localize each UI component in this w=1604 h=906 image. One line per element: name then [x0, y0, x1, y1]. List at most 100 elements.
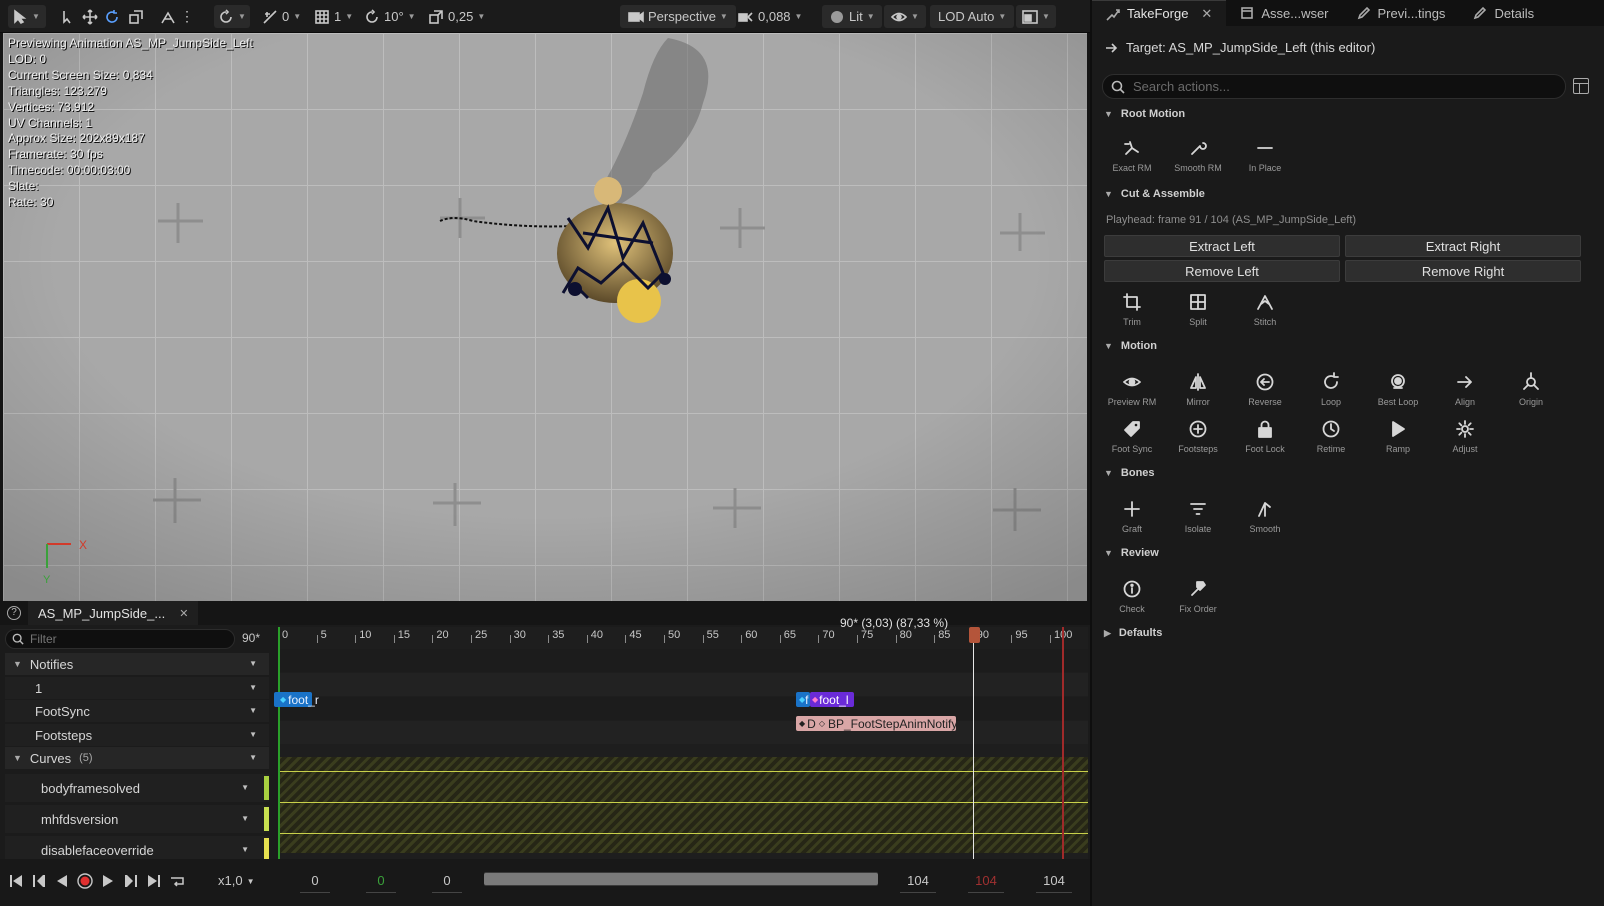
range-end-marker[interactable]: [1062, 627, 1064, 859]
playback-speed-dropdown[interactable]: x1,0 ▼: [218, 873, 255, 888]
action-trim[interactable]: Trim: [1099, 292, 1165, 336]
notify-foot-r[interactable]: ◆ foot_r: [274, 692, 319, 707]
coordinate-space-dropdown[interactable]: ▼: [214, 5, 250, 28]
tab-animation-asset[interactable]: AS_MP_JumpSide_... ✕: [28, 601, 199, 625]
lod-dropdown[interactable]: LOD Auto ▼: [930, 5, 1015, 28]
action-smooth[interactable]: Smooth: [1232, 499, 1298, 543]
3d-viewport[interactable]: X Y Previewing Animation AS_MP_JumpSide_…: [3, 33, 1087, 601]
close-icon[interactable]: ✕: [179, 607, 188, 620]
perspective-dropdown[interactable]: Perspective ▼: [620, 5, 736, 28]
lane-footsteps[interactable]: [278, 697, 1088, 720]
step-forward-icon[interactable]: [123, 873, 139, 892]
curve-lanes[interactable]: [278, 757, 1088, 853]
rotate-tool[interactable]: [100, 5, 124, 28]
search-input[interactable]: [1133, 79, 1533, 94]
action-align[interactable]: Align: [1432, 372, 1498, 416]
action-best-loop[interactable]: Best Loop: [1365, 372, 1431, 416]
track-notify-1[interactable]: 1 ▼: [5, 677, 269, 699]
range-start-field[interactable]: 0: [300, 873, 330, 893]
notify-foot-l-marker[interactable]: ◆ f: [796, 692, 810, 707]
working-end-field[interactable]: 104: [900, 873, 936, 893]
select-tool[interactable]: [56, 5, 80, 28]
tab-asset-browser[interactable]: Asse...wser: [1226, 0, 1342, 26]
scale-tool[interactable]: [124, 5, 148, 28]
action-mirror[interactable]: Mirror: [1165, 372, 1231, 416]
tab-details[interactable]: Details: [1459, 0, 1548, 26]
remove-right-button[interactable]: Remove Right: [1345, 260, 1581, 282]
action-reverse[interactable]: Reverse: [1232, 372, 1298, 416]
remove-left-button[interactable]: Remove Left: [1104, 260, 1340, 282]
track-options-icon[interactable]: ▼: [241, 845, 249, 854]
track-curve-mhfdsversion[interactable]: mhfdsversion ▼: [5, 805, 269, 833]
close-icon[interactable]: ✕: [1201, 6, 1212, 22]
track-options-icon[interactable]: ▼: [249, 730, 257, 739]
filter-input[interactable]: [30, 632, 210, 646]
range-end-field[interactable]: 104: [1036, 873, 1072, 893]
timeline-scrollbar[interactable]: [484, 872, 878, 886]
section-defaults[interactable]: ▶ Defaults: [1104, 627, 1162, 639]
scrollbar-thumb[interactable]: [484, 873, 878, 885]
track-options-icon[interactable]: ▼: [249, 753, 257, 762]
section-motion[interactable]: ▼ Motion: [1104, 340, 1157, 352]
section-review[interactable]: ▼ Review: [1104, 547, 1159, 559]
playhead-handle[interactable]: [968, 627, 980, 643]
rotation-snap-toggle[interactable]: 10° ▼: [360, 5, 420, 28]
select-mode-dropdown[interactable]: ▼: [8, 5, 46, 28]
search-actions-field[interactable]: [1102, 74, 1566, 99]
playhead-line[interactable]: [972, 627, 974, 859]
tab-preview-settings[interactable]: Previ...tings: [1343, 0, 1460, 26]
track-options-icon[interactable]: ▼: [249, 683, 257, 692]
action-ramp[interactable]: Ramp: [1365, 419, 1431, 463]
skip-to-start-icon[interactable]: [8, 873, 24, 892]
view-start-field[interactable]: 0: [366, 873, 396, 893]
action-foot-lock[interactable]: Foot Lock: [1232, 419, 1298, 463]
action-preview-rm[interactable]: Preview RM: [1099, 372, 1165, 416]
extract-left-button[interactable]: Extract Left: [1104, 235, 1340, 257]
action-stitch[interactable]: Stitch: [1232, 292, 1298, 336]
track-notifies[interactable]: ▼ Notifies ▼: [5, 653, 269, 675]
section-cut-assemble[interactable]: ▼ Cut & Assemble: [1104, 188, 1205, 200]
action-loop[interactable]: Loop: [1298, 372, 1364, 416]
action-foot-sync[interactable]: Foot Sync: [1099, 419, 1165, 463]
track-curve-bodyframesolved[interactable]: bodyframesolved ▼: [5, 774, 269, 802]
lane-notify-1[interactable]: [278, 649, 1088, 672]
filter-field[interactable]: [5, 629, 235, 649]
lighting-mode-dropdown[interactable]: Lit ▼: [822, 5, 882, 28]
track-options-icon[interactable]: ▼: [249, 706, 257, 715]
help-icon[interactable]: ?: [7, 606, 21, 620]
working-start-field[interactable]: 0: [432, 873, 462, 893]
action-origin[interactable]: Origin: [1498, 372, 1564, 416]
translate-tool[interactable]: [78, 5, 102, 28]
action-in-place[interactable]: In Place: [1232, 138, 1298, 182]
viewport-layout-dropdown[interactable]: ▼: [1016, 5, 1056, 28]
surface-snap-tool[interactable]: ⋮: [156, 5, 198, 28]
skip-to-end-icon[interactable]: [146, 873, 162, 892]
play-icon[interactable]: [100, 873, 116, 892]
action-adjust[interactable]: Adjust: [1432, 419, 1498, 463]
action-graft[interactable]: Graft: [1099, 499, 1165, 543]
view-end-field[interactable]: 104: [968, 873, 1004, 893]
track-curves[interactable]: ▼ Curves (5) ▼: [5, 747, 269, 769]
grid-snap-toggle[interactable]: 0 ▼: [258, 5, 305, 28]
track-options-icon[interactable]: ▼: [241, 783, 249, 792]
action-isolate[interactable]: Isolate: [1165, 499, 1231, 543]
lane-footsync[interactable]: [278, 673, 1088, 696]
camera-speed-dropdown[interactable]: 0,088 ▼: [734, 5, 806, 28]
action-check[interactable]: Check: [1099, 579, 1165, 623]
loop-toggle-icon[interactable]: [169, 873, 185, 892]
current-frame-field[interactable]: 90*: [242, 631, 260, 645]
show-flags-dropdown[interactable]: ▼: [884, 5, 926, 28]
track-options-icon[interactable]: ▼: [249, 659, 257, 668]
play-reverse-icon[interactable]: [54, 873, 70, 892]
track-footsteps[interactable]: Footsteps ▼: [5, 724, 269, 746]
action-footsteps[interactable]: Footsteps: [1165, 419, 1231, 463]
frame-ruler[interactable]: 0510152025303540455055606570758085909510…: [278, 627, 1088, 647]
layout-toggle-icon[interactable]: [1573, 78, 1589, 94]
notify-foot-l[interactable]: ◆ foot_l: [810, 692, 854, 707]
record-icon[interactable]: [77, 873, 93, 892]
action-smooth-rm[interactable]: Smooth RM: [1165, 138, 1231, 182]
track-footsync[interactable]: FootSync ▼: [5, 700, 269, 722]
grid-size-toggle[interactable]: 1 ▼: [310, 5, 357, 28]
notify-footstep-anim[interactable]: ◆ D ◇ BP_FootStepAnimNotify: [796, 716, 957, 731]
action-fix-order[interactable]: Fix Order: [1165, 579, 1231, 623]
